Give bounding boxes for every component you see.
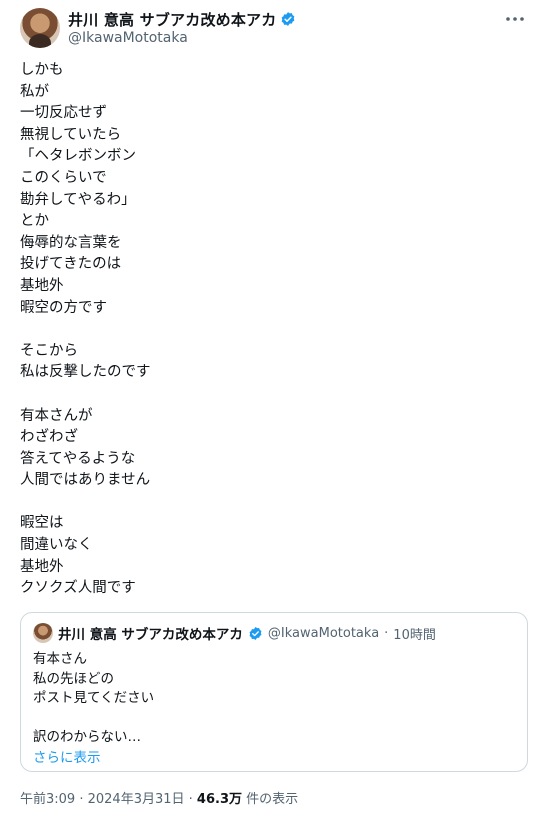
view-count: 46.3万 xyxy=(196,792,242,807)
quoted-author-display-name: 井川 意高 サブアカ改め本アカ xyxy=(58,627,243,643)
post-text: しかも 私が 一切反応せず 無視していたら 「ヘタレボンボン このくらいで 勘弁… xyxy=(20,62,151,597)
show-more-link[interactable]: さらに表示 xyxy=(33,746,101,766)
quoted-verified-badge-icon xyxy=(249,626,262,640)
author-avatar[interactable] xyxy=(20,8,60,48)
quoted-post-header: 井川 意高 サブアカ改め本アカ @IkawaMototaka · 10時間 xyxy=(33,623,436,643)
post-metadata: 午前3:09 · 2024年3月31日 · 46.3万 件の表示 xyxy=(20,788,298,807)
author-display-name[interactable]: 井川 意高 サブアカ改め本アカ xyxy=(68,9,276,30)
author-info: 井川 意高 サブアカ改め本アカ @IkawaMototaka xyxy=(68,9,296,46)
quoted-post-time: 10時間 xyxy=(393,627,436,643)
more-options-icon[interactable] xyxy=(504,10,526,28)
quoted-author-avatar xyxy=(33,623,53,643)
quoted-post-text: 有本さん 私の先ほどの ポスト見てください 訳のわからない… xyxy=(33,651,155,745)
view-count-label: 件の表示 xyxy=(246,792,299,807)
post-time[interactable]: 午前3:09 xyxy=(20,792,75,807)
quoted-author-handle: @IkawaMototaka xyxy=(267,625,380,641)
post-header: 井川 意高 サブアカ改め本アカ @IkawaMototaka xyxy=(20,8,526,48)
post-date[interactable]: 2024年3月31日 xyxy=(88,792,185,807)
author-handle[interactable]: @IkawaMototaka xyxy=(68,30,296,46)
meta-separator-dot: · xyxy=(79,792,88,807)
meta-separator-dot-2: · xyxy=(188,792,197,807)
verified-badge-icon xyxy=(282,12,295,26)
quoted-post[interactable]: 井川 意高 サブアカ改め本アカ @IkawaMototaka · 10時間 有本… xyxy=(20,612,528,772)
quoted-separator-dot: · xyxy=(384,625,389,641)
